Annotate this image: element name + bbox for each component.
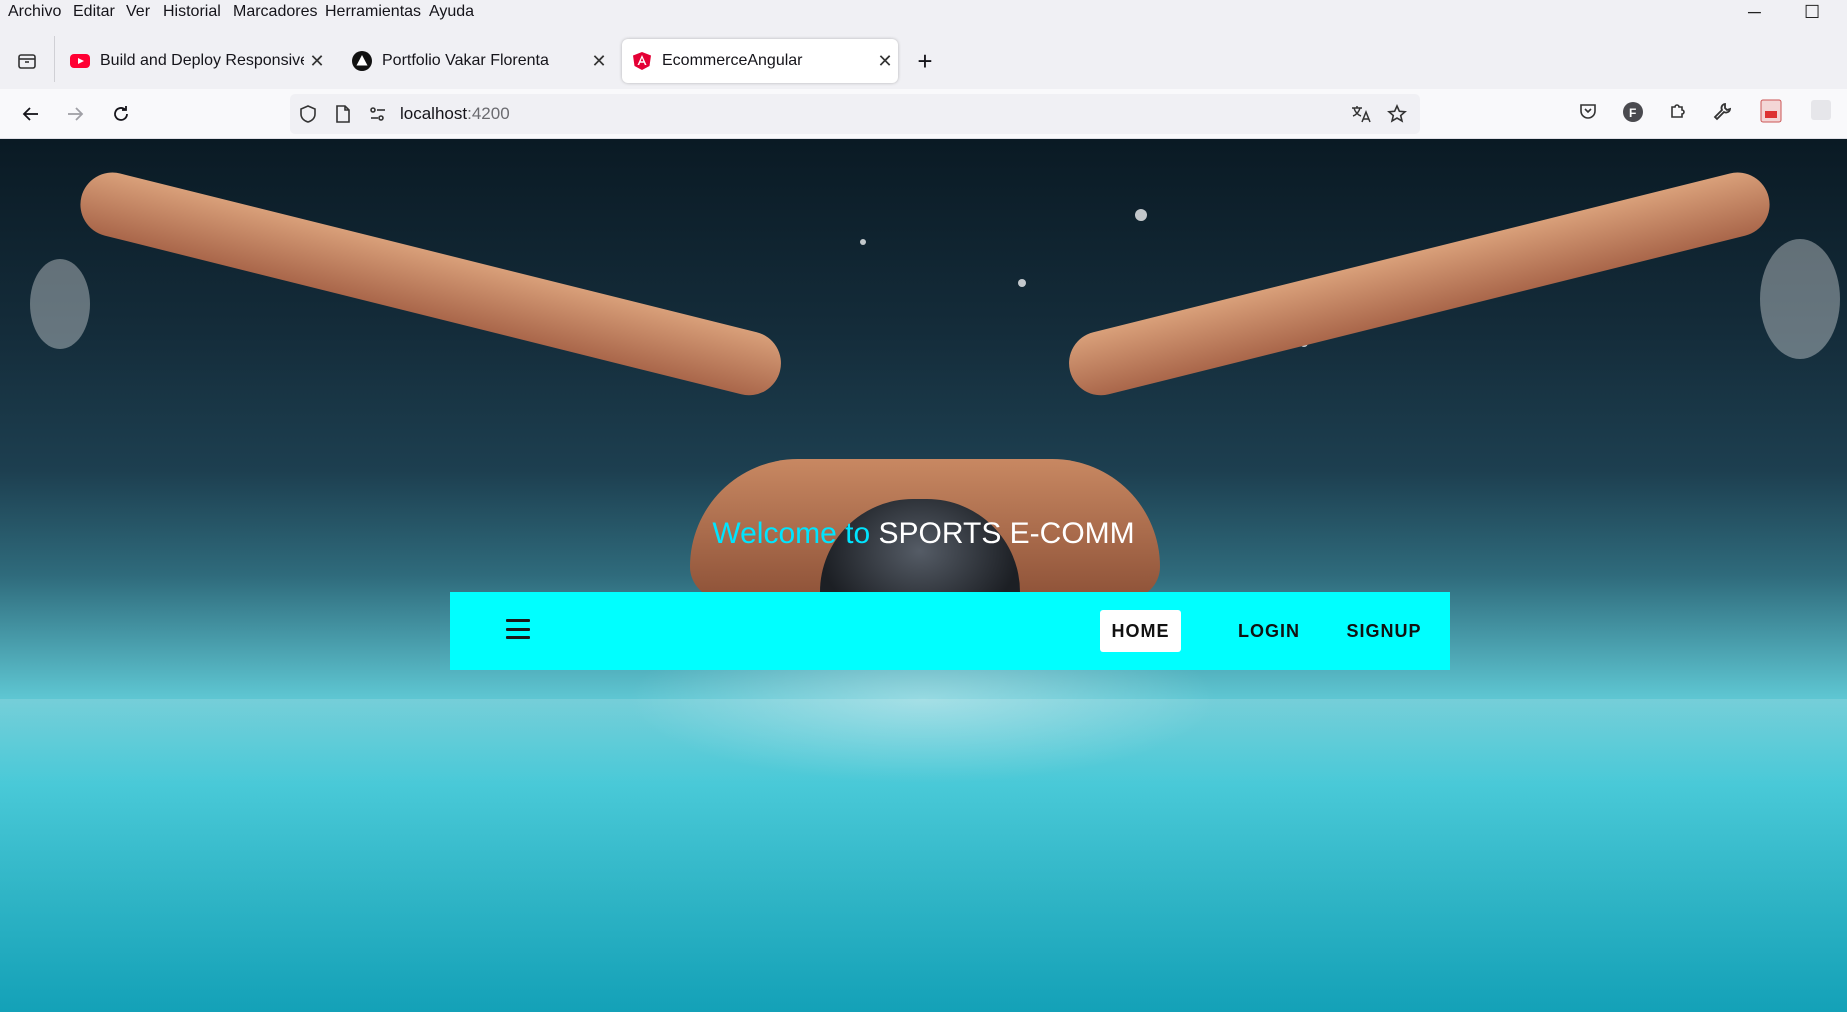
tab-title: Portfolio Vakar Florenta	[382, 52, 549, 69]
account-avatar-icon[interactable]: F	[1622, 101, 1644, 128]
youtube-icon	[70, 51, 90, 71]
minimize-button[interactable]: ─	[1748, 2, 1761, 23]
nav-signup-link[interactable]: SIGNUP	[1328, 610, 1440, 652]
reload-button[interactable]	[106, 99, 136, 129]
back-arrow-icon	[22, 107, 38, 121]
bookmark-star-icon[interactable]	[1387, 104, 1407, 129]
tab-separator	[54, 36, 55, 82]
svg-text:F: F	[1629, 106, 1636, 120]
water-droplet	[860, 239, 866, 245]
new-tab-button[interactable]: +	[910, 46, 940, 76]
navigation-toolbar: localhost:4200 F	[0, 89, 1847, 139]
close-icon[interactable]: ✕	[304, 51, 330, 72]
water-splash	[1760, 239, 1840, 359]
tab-overview-button[interactable]	[12, 46, 42, 76]
forward-arrow-icon	[68, 107, 84, 121]
tab-ecommerce[interactable]: EcommerceAngular ✕	[622, 39, 898, 83]
page-viewport: Welcome to SPORTS E-COMM HOME LOGIN SIGN…	[0, 139, 1847, 1012]
page-icon[interactable]	[334, 104, 352, 129]
angular-icon	[632, 51, 652, 71]
welcome-prefix: Welcome to	[712, 517, 879, 550]
brand-name: SPORTS E-COMM	[878, 517, 1135, 550]
pocket-icon[interactable]	[1578, 101, 1598, 126]
url-text[interactable]: localhost:4200	[400, 104, 510, 124]
water-droplet	[1018, 279, 1026, 287]
extensions-puzzle-icon[interactable]	[1668, 101, 1688, 126]
reload-icon	[114, 106, 128, 121]
triangle-logo-icon	[352, 51, 372, 71]
translate-icon[interactable]	[1350, 104, 1372, 129]
tab-title: Build and Deploy Responsive Re	[100, 52, 304, 69]
hamburger-menu-icon[interactable]	[506, 619, 530, 639]
url-port: :4200	[467, 104, 510, 123]
welcome-heading: Welcome to SPORTS E-COMM	[0, 517, 1847, 551]
menu-historial[interactable]: Historial	[163, 3, 221, 21]
menu-editar[interactable]: Editar	[73, 3, 115, 21]
water-droplet	[1135, 209, 1147, 221]
address-bar[interactable]: localhost:4200	[290, 94, 1420, 134]
close-icon[interactable]: ✕	[586, 51, 612, 72]
pool-reflection	[0, 699, 1847, 1012]
menu-ver[interactable]: Ver	[126, 3, 150, 21]
shield-icon[interactable]	[298, 104, 318, 129]
tab-portfolio[interactable]: Portfolio Vakar Florenta ✕	[342, 39, 612, 83]
extension-icon[interactable]	[1810, 99, 1832, 126]
tab-strip: Build and Deploy Responsive Re ✕ Portfol…	[0, 28, 1847, 89]
tab-title: EcommerceAngular	[662, 52, 803, 69]
wrench-icon[interactable]	[1712, 101, 1732, 126]
maximize-button[interactable]: ☐	[1804, 2, 1820, 23]
swimmer-left-arm	[73, 165, 788, 403]
back-button[interactable]	[16, 99, 46, 129]
menu-bar: Archivo Editar Ver Historial Marcadores …	[0, 0, 1847, 28]
swimmer-right-arm	[1062, 165, 1777, 403]
url-host: localhost	[400, 104, 468, 123]
cors-extension-icon[interactable]	[1760, 99, 1782, 128]
forward-button[interactable]	[60, 99, 90, 129]
tab-overview-icon	[18, 54, 36, 69]
site-permissions-icon[interactable]	[368, 104, 388, 129]
menu-marcadores[interactable]: Marcadores	[233, 3, 317, 21]
menu-ayuda[interactable]: Ayuda	[429, 3, 474, 21]
tab-youtube[interactable]: Build and Deploy Responsive Re ✕	[60, 39, 330, 83]
nav-login-link[interactable]: LOGIN	[1220, 610, 1318, 652]
water-splash	[30, 259, 90, 349]
nav-home-link[interactable]: HOME	[1100, 610, 1181, 652]
close-icon[interactable]: ✕	[872, 51, 898, 72]
hero-background-image	[0, 139, 1847, 1012]
site-navigation-bar: HOME LOGIN SIGNUP	[450, 592, 1450, 670]
menu-archivo[interactable]: Archivo	[8, 3, 61, 21]
menu-herramientas[interactable]: Herramientas	[325, 3, 421, 21]
